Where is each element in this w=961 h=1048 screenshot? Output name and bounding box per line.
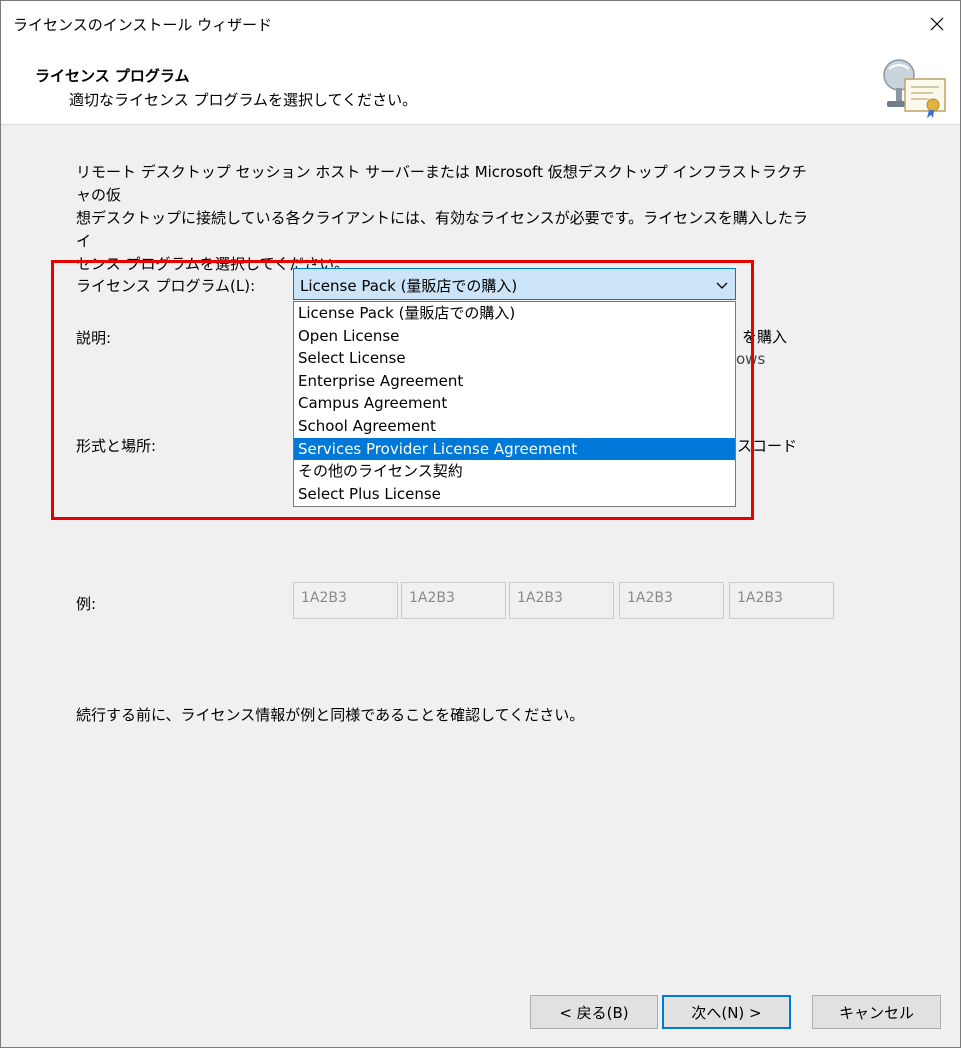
dropdown-option[interactable]: School Agreement (294, 415, 735, 438)
dropdown-option[interactable]: License Pack (量販店での購入) (294, 302, 735, 325)
confirm-note: 続行する前に、ライセンス情報が例と同様であることを確認してください。 (76, 706, 585, 724)
dropdown-option[interactable]: Select License (294, 347, 735, 370)
explanation-text-fragment: を購入 (742, 328, 788, 346)
dropdown-option[interactable]: Enterprise Agreement (294, 370, 735, 393)
format-location-label: 形式と場所: (76, 437, 157, 455)
example-code-box: 1A2B3 (293, 582, 398, 619)
dropdown-option[interactable]: Campus Agreement (294, 392, 735, 415)
combobox-selected-value: License Pack (量販店での購入) (300, 277, 518, 295)
cancel-button[interactable]: キャンセル (812, 995, 941, 1029)
example-code-box: 1A2B3 (619, 582, 724, 619)
example-code-box: 1A2B3 (509, 582, 614, 619)
license-program-dropdown-list[interactable]: License Pack (量販店での購入) Open License Sele… (293, 301, 736, 507)
header-title: ライセンス プログラム (35, 67, 190, 85)
example-label: 例: (76, 595, 97, 613)
chevron-down-icon (716, 282, 728, 289)
certificate-icon (883, 59, 946, 118)
dropdown-option[interactable]: Select Plus License (294, 483, 735, 506)
explanation-text-fragment-2: ows (736, 350, 766, 368)
explanation-label: 説明: (76, 329, 112, 347)
title-bar: ライセンスのインストール ウィザード (1, 1, 960, 47)
license-program-label: ライセンス プログラム(L): (76, 277, 256, 295)
dropdown-option[interactable]: その他のライセンス契約 (294, 460, 735, 483)
license-program-description: リモート デスクトップ セッション ホスト サーバーまたは Microsoft … (76, 163, 808, 273)
example-code-box: 1A2B3 (401, 582, 506, 619)
example-code-box: 1A2B3 (729, 582, 834, 619)
dropdown-option[interactable]: Open License (294, 325, 735, 348)
dropdown-option-highlighted[interactable]: Services Provider License Agreement (294, 437, 735, 461)
wizard-header: ライセンス プログラム 適切なライセンス プログラムを選択してください。 (1, 47, 960, 125)
window-title: ライセンスのインストール ウィザード (13, 16, 273, 34)
license-install-wizard-window: ライセンスのインストール ウィザード ライセンス プログラム 適切なライセンス … (0, 0, 961, 1048)
next-button[interactable]: 次へ(N) > (662, 995, 791, 1029)
format-text-fragment: スコード (737, 437, 798, 455)
close-icon (930, 17, 944, 31)
header-subtitle: 適切なライセンス プログラムを選択してください。 (69, 91, 418, 109)
license-program-combobox[interactable]: License Pack (量販店での購入) (293, 268, 736, 300)
back-button[interactable]: < 戻る(B) (530, 995, 658, 1029)
close-button[interactable] (914, 1, 960, 47)
